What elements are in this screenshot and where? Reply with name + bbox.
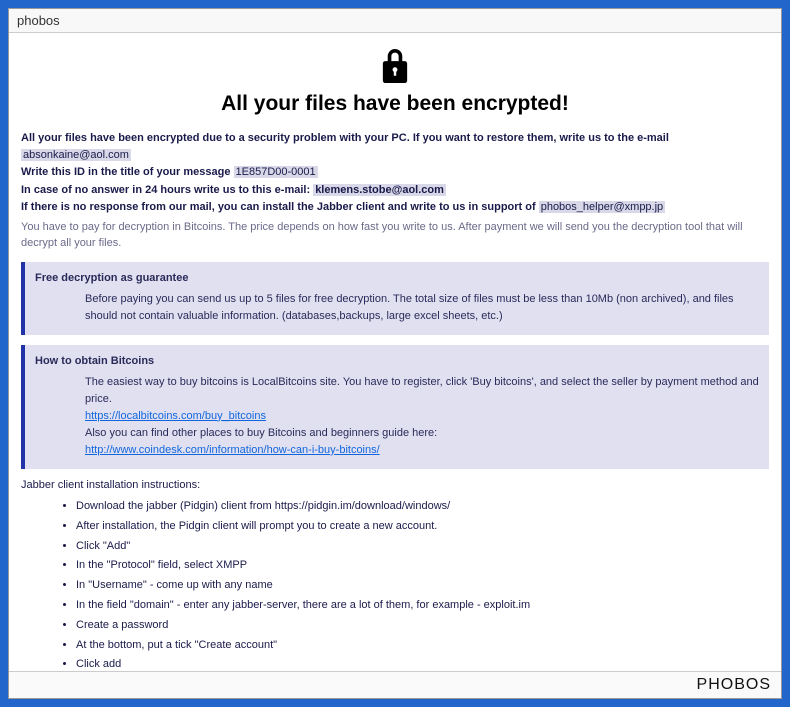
list-item: Create a password	[76, 616, 769, 636]
list-item: Click add	[76, 655, 769, 671]
intro-line3: In case of no answer in 24 hours write u…	[21, 184, 313, 196]
list-item: Download the jabber (Pidgin) client from…	[76, 497, 769, 517]
footer-logo: PHOBOS	[697, 676, 771, 693]
email-secondary: klemens.stobe@aol.com	[313, 184, 446, 196]
free-decryption-text: Before paying you can send us up to 5 fi…	[85, 291, 759, 325]
intro-line2: Write this ID in the title of your messa…	[21, 166, 234, 178]
lock-icon	[380, 74, 410, 86]
list-item: At the bottom, put a tick "Create accoun…	[76, 636, 769, 656]
content-area: All your files have been encrypted! All …	[9, 33, 781, 671]
lock-area	[21, 49, 769, 86]
free-decryption-box: Free decryption as guarantee Before payi…	[21, 262, 769, 335]
bitcoin-box: How to obtain Bitcoins The easiest way t…	[21, 345, 769, 469]
intro-line1: All your files have been encrypted due t…	[21, 132, 669, 144]
bitcoin-title: How to obtain Bitcoins	[35, 353, 759, 370]
app-window: phobos All your files have been encrypte…	[8, 8, 782, 699]
intro-block: All your files have been encrypted due t…	[21, 130, 769, 252]
jabber-heading: Jabber client installation instructions:	[21, 479, 769, 491]
intro-line4: If there is no response from our mail, y…	[21, 201, 539, 213]
window-title: phobos	[17, 13, 60, 28]
bitcoin-line1: The easiest way to buy bitcoins is Local…	[85, 374, 759, 408]
bitcoin-link2[interactable]: http://www.coindesk.com/information/how-…	[85, 444, 380, 456]
page-title: All your files have been encrypted!	[21, 92, 769, 116]
email-primary: absonkaine@aol.com	[21, 149, 131, 161]
payment-note: You have to pay for decryption in Bitcoi…	[21, 219, 769, 252]
list-item: After installation, the Pidgin client wi…	[76, 517, 769, 537]
jabber-instructions: Download the jabber (Pidgin) client from…	[21, 497, 769, 671]
list-item: In the "Protocol" field, select XMPP	[76, 556, 769, 576]
list-item: Click "Add"	[76, 537, 769, 557]
bitcoin-link1[interactable]: https://localbitcoins.com/buy_bitcoins	[85, 410, 266, 422]
free-decryption-title: Free decryption as guarantee	[35, 270, 759, 287]
list-item: In the field "domain" - enter any jabber…	[76, 596, 769, 616]
list-item: In "Username" - come up with any name	[76, 576, 769, 596]
titlebar: phobos	[9, 9, 781, 33]
footer: PHOBOS	[9, 671, 781, 698]
message-id: 1E857D00-0001	[234, 166, 318, 178]
bitcoin-line2: Also you can find other places to buy Bi…	[85, 427, 437, 439]
jabber-contact: phobos_helper@xmpp.jp	[539, 201, 665, 213]
